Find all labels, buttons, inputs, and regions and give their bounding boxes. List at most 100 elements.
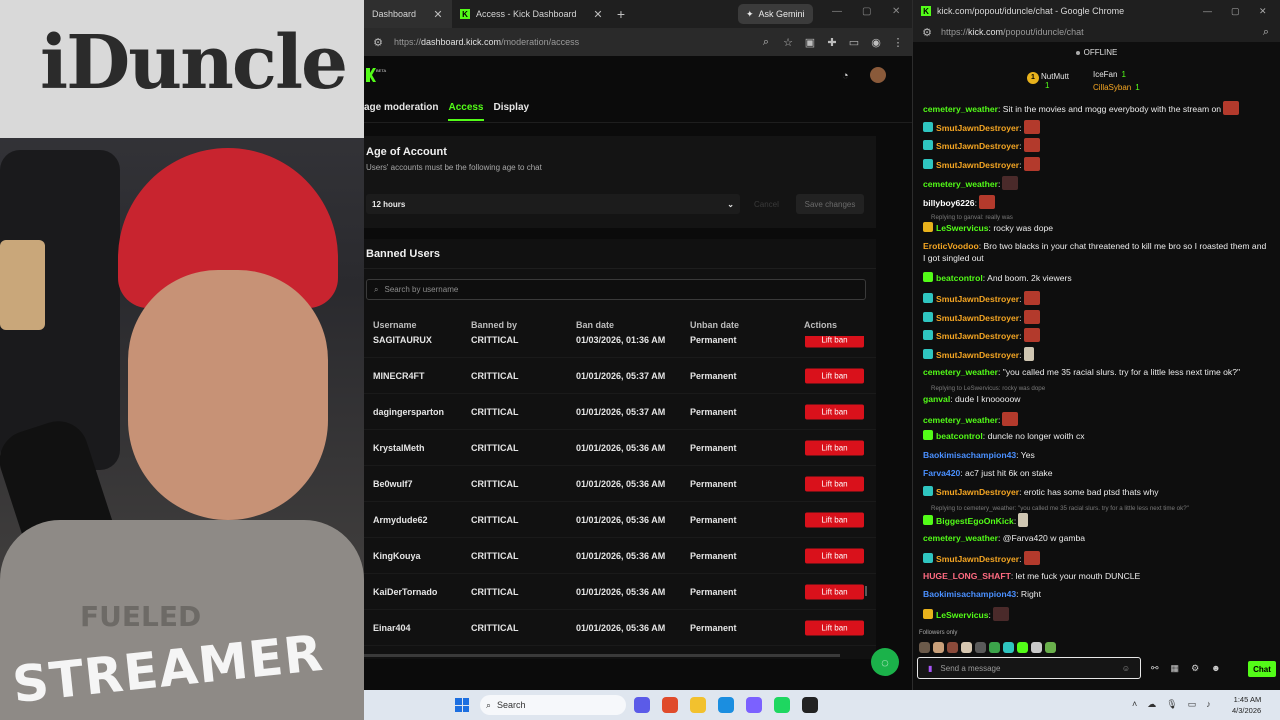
search-username-input[interactable]: ⌕ Search by username xyxy=(366,279,866,300)
column-banned-by[interactable]: Banned by xyxy=(471,320,517,330)
chat-username[interactable]: Baokimisachampion43 xyxy=(923,450,1016,460)
zoom-icon[interactable]: ⌕ xyxy=(760,36,772,49)
emote-icon[interactable] xyxy=(1003,642,1014,653)
chat-username[interactable]: HUGE_LONG_SHAFT xyxy=(923,571,1011,581)
lift-ban-button[interactable]: Lift ban xyxy=(805,512,864,527)
lift-ban-button[interactable]: Lift ban xyxy=(805,476,864,491)
lift-ban-button[interactable]: Lift ban xyxy=(805,440,864,455)
chat-message-input[interactable]: ▮ Send a message ☺ xyxy=(917,657,1141,679)
site-info-icon[interactable]: ⚙ xyxy=(372,36,384,49)
column-username[interactable]: Username xyxy=(373,320,417,330)
network-icon[interactable]: ▭ xyxy=(1188,699,1197,710)
chat-username[interactable]: SmutJawnDestroyer xyxy=(936,487,1019,497)
account-age-select[interactable]: 12 hours ⌄ xyxy=(366,194,740,214)
column-ban-date[interactable]: Ban date xyxy=(576,320,614,330)
tab-display[interactable]: Display xyxy=(494,102,530,121)
spotify-icon[interactable] xyxy=(774,697,790,713)
taskbar-clock[interactable]: 1:45 AM 4/3/2026 xyxy=(1232,694,1261,716)
chat-username[interactable]: Farva420 xyxy=(923,468,960,478)
copilot-icon[interactable] xyxy=(634,697,650,713)
site-info-icon[interactable]: ⚙ xyxy=(921,26,933,39)
cancel-button[interactable]: Cancel xyxy=(754,194,779,214)
chat-username[interactable]: SmutJawnDestroyer xyxy=(936,160,1019,170)
new-tab-icon[interactable]: + xyxy=(612,6,630,22)
chat-username[interactable]: SmutJawnDestroyer xyxy=(936,123,1019,133)
chat-username[interactable]: LeSwervicus xyxy=(936,223,989,233)
lift-ban-button[interactable]: Lift ban xyxy=(805,584,864,599)
chat-username[interactable]: SmutJawnDestroyer xyxy=(936,331,1019,341)
chat-username[interactable]: cemetery_weather xyxy=(923,179,998,189)
tab-access[interactable]: K Access - Kick Dashboard ✕ xyxy=(452,0,612,28)
chat-username[interactable]: BiggestEgoOnKick xyxy=(936,516,1014,526)
extension-icon[interactable]: ▣ xyxy=(804,36,816,49)
emote-icon[interactable] xyxy=(919,642,930,653)
send-chat-button[interactable]: Chat xyxy=(1248,661,1276,677)
reply-context[interactable]: Replying to LeSwervicus: rocky was dope xyxy=(931,385,1045,392)
windows-start-icon[interactable] xyxy=(455,698,469,712)
notification-icon[interactable]: ◔ xyxy=(842,70,849,82)
chat-username[interactable]: ganval xyxy=(923,394,950,404)
lift-ban-button[interactable]: Lift ban xyxy=(805,368,864,383)
chat-username[interactable]: cemetery_weather xyxy=(923,104,998,114)
file-explorer-icon[interactable] xyxy=(690,697,706,713)
users-icon[interactable]: ☻ xyxy=(1211,663,1220,674)
emote-icon[interactable] xyxy=(947,642,958,653)
chat-username[interactable]: EroticVoodoo xyxy=(923,241,979,251)
puzzle-icon[interactable]: ✚ xyxy=(826,36,838,49)
close-window-icon[interactable]: ✕ xyxy=(1259,6,1267,17)
mic-icon[interactable]: ▮ xyxy=(928,664,932,673)
taskbar-search[interactable]: ⌕ Search xyxy=(480,695,626,715)
table-scrollbar[interactable] xyxy=(865,586,867,596)
chat-url[interactable]: https://kick.com/popout/iduncle/chat xyxy=(941,27,1252,37)
minimize-icon[interactable]: — xyxy=(832,6,842,17)
emote-icon[interactable] xyxy=(1017,642,1028,653)
emote-icon[interactable] xyxy=(1031,642,1042,653)
chat-username[interactable]: billyboy6226 xyxy=(923,198,975,208)
save-changes-button[interactable]: Save changes xyxy=(796,194,864,214)
close-icon[interactable]: ✕ xyxy=(432,8,444,21)
emote-icon[interactable] xyxy=(1045,642,1056,653)
chevron-up-icon[interactable]: ˄ xyxy=(1132,699,1137,710)
lift-ban-button[interactable]: Lift ban xyxy=(805,404,864,419)
discord-icon[interactable] xyxy=(746,697,762,713)
calendar-icon[interactable]: ▦ xyxy=(1171,663,1180,674)
minimize-icon[interactable]: — xyxy=(1203,6,1212,16)
settings-gear-icon[interactable]: ⚙ xyxy=(1191,663,1199,674)
microphone-icon[interactable]: 🎙 xyxy=(1166,699,1177,710)
emoji-icon[interactable]: ☺ xyxy=(1122,664,1130,673)
emote-icon[interactable] xyxy=(933,642,944,653)
edge-icon[interactable] xyxy=(718,697,734,713)
chat-username[interactable]: LeSwervicus xyxy=(936,610,989,620)
emote-icon[interactable] xyxy=(961,642,972,653)
link-icon[interactable]: ⚯ xyxy=(1151,663,1159,674)
leader-entry[interactable]: NutMutt 1 xyxy=(1041,72,1069,90)
reply-context[interactable]: Replying to ganval: really was xyxy=(931,214,1013,221)
chat-username[interactable]: SmutJawnDestroyer xyxy=(936,313,1019,323)
chat-username[interactable]: Baokimisachampion43 xyxy=(923,589,1016,599)
cloud-icon[interactable]: ☁ xyxy=(1147,699,1156,710)
chat-username[interactable]: cemetery_weather xyxy=(923,415,998,425)
chat-username[interactable]: SmutJawnDestroyer xyxy=(936,554,1019,564)
column-unban-date[interactable]: Unban date xyxy=(690,320,739,330)
maximize-icon[interactable]: ▢ xyxy=(1231,6,1240,17)
close-icon[interactable]: ✕ xyxy=(592,8,604,21)
tab-access[interactable]: Access xyxy=(448,102,484,121)
kick-logo-icon[interactable] xyxy=(366,68,376,82)
emote-icon[interactable] xyxy=(975,642,986,653)
support-chat-button[interactable]: ◌ xyxy=(871,648,899,676)
profile-icon[interactable]: ◉ xyxy=(870,36,882,49)
lift-ban-button[interactable]: Lift ban xyxy=(805,336,864,347)
tab-dashboard[interactable]: Dashboard ✕ xyxy=(364,0,452,28)
horizontal-scrollbar[interactable] xyxy=(364,654,840,657)
zoom-icon[interactable]: ⌕ xyxy=(1260,26,1272,39)
cast-icon[interactable]: ▭ xyxy=(848,36,860,49)
chat-username[interactable]: SmutJawnDestroyer xyxy=(936,141,1019,151)
kick-app-icon[interactable] xyxy=(802,697,818,713)
tab-message-moderation[interactable]: age moderation xyxy=(364,102,438,121)
chat-username[interactable]: cemetery_weather xyxy=(923,533,998,543)
volume-icon[interactable]: ♪ xyxy=(1206,699,1211,710)
close-window-icon[interactable]: ✕ xyxy=(892,6,900,17)
lift-ban-button[interactable]: Lift ban xyxy=(805,548,864,563)
url-field[interactable]: https://dashboard.kick.com/moderation/ac… xyxy=(394,37,750,47)
chat-username[interactable]: beatcontrol xyxy=(936,273,983,283)
